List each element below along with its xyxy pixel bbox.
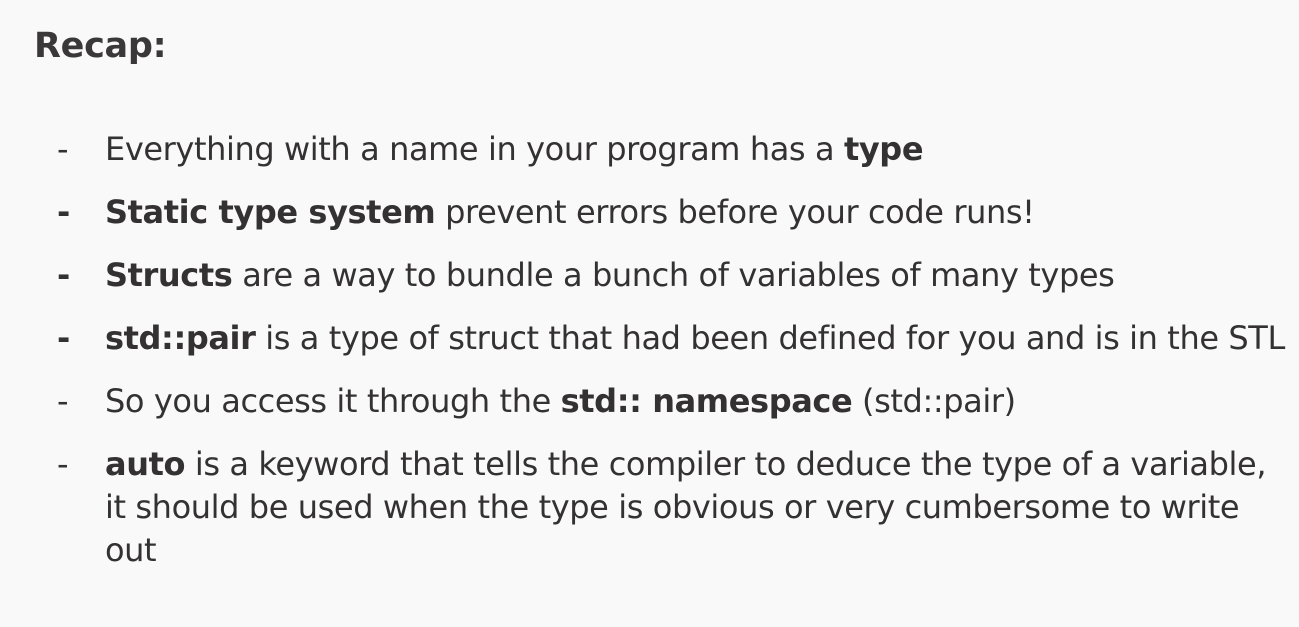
bullet-dash: - bbox=[57, 256, 70, 294]
bullet-dash: - bbox=[57, 193, 70, 231]
bullet-item: - auto is a keyword that tells the compi… bbox=[0, 443, 1299, 572]
bullet-bold-text: type bbox=[843, 130, 924, 168]
bullet-text: prevent errors before your code runs! bbox=[435, 193, 1035, 231]
bullet-text: is a type of struct that had been define… bbox=[255, 319, 1285, 357]
bullet-item: - Structs are a way to bundle a bunch of… bbox=[0, 254, 1299, 297]
bullet-text: So you access it through the bbox=[105, 382, 561, 420]
slide-title: Recap: bbox=[34, 26, 167, 66]
bullet-bold-text: Static type system bbox=[105, 193, 436, 231]
bullet-bold-text: std:: namespace bbox=[560, 382, 853, 420]
bullet-text: is a keyword that tells the compiler to … bbox=[105, 445, 1267, 569]
bullet-item: - Static type system prevent errors befo… bbox=[0, 191, 1299, 234]
bullet-item: - Everything with a name in your program… bbox=[0, 128, 1299, 171]
bullet-dash: - bbox=[57, 319, 70, 357]
bullet-bold-text: std::pair bbox=[105, 319, 256, 357]
bullet-item: - So you access it through the std:: nam… bbox=[0, 380, 1299, 423]
bullet-item: - std::pair is a type of struct that had… bbox=[0, 317, 1299, 360]
bullet-text: (std::pair) bbox=[852, 382, 1016, 420]
bullet-list: - Everything with a name in your program… bbox=[0, 128, 1299, 592]
bullet-bold-text: Structs bbox=[105, 256, 233, 294]
bullet-dash: - bbox=[57, 445, 69, 483]
bullet-dash: - bbox=[57, 130, 69, 168]
bullet-bold-text: auto bbox=[105, 445, 186, 483]
bullet-dash: - bbox=[57, 382, 69, 420]
bullet-text: Everything with a name in your program h… bbox=[105, 130, 844, 168]
slide: Recap: - Everything with a name in your … bbox=[0, 0, 1299, 627]
bullet-text: are a way to bundle a bunch of variables… bbox=[232, 256, 1115, 294]
